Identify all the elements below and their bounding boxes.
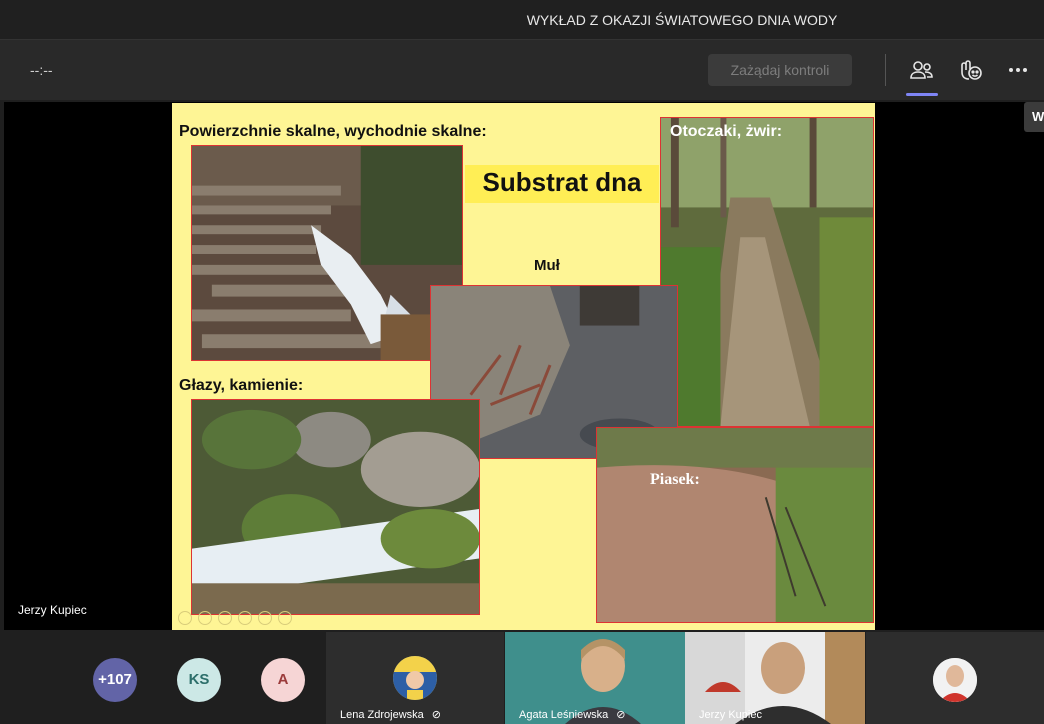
participant-name-label: Agata Leśniewska (519, 709, 609, 721)
avatar-a[interactable]: A (261, 658, 305, 702)
participant-name: Lena Zdrojewska ⊘ (340, 708, 441, 721)
participants-overflow-button[interactable]: +107 (93, 658, 137, 702)
label-silt: Muł (534, 257, 560, 274)
window-title: WYKŁAD Z OKAZJI ŚWIATOWEGO DNIA WODY (526, 12, 838, 28)
more-options-icon[interactable] (1005, 56, 1033, 84)
tooltip: W (1024, 102, 1044, 132)
slide-navigation-tools (178, 611, 292, 625)
avatar-ks[interactable]: KS (177, 658, 221, 702)
photo-gravel (660, 117, 874, 427)
photo-boulders (191, 399, 480, 615)
participant-name-label: Lena Zdrojewska (340, 709, 424, 721)
participant-tile-jerzy[interactable]: Jerzy Kupiec (685, 632, 865, 724)
title-bar: WYKŁAD Z OKAZJI ŚWIATOWEGO DNIA WODY (0, 0, 1044, 40)
mic-off-icon: ⊘ (431, 709, 441, 721)
avatar-lena (393, 656, 437, 700)
call-timer: --:-- (30, 62, 53, 78)
label-gravel: Otoczaki, żwir: (670, 123, 783, 140)
meeting-toolbar: --:-- Zażądaj kontroli (0, 40, 1044, 100)
avatar-photo (933, 658, 977, 702)
participant-tile-agata[interactable]: Agata Leśniewska ⊘ (505, 632, 685, 724)
label-boulders: Głazy, kamienie: (179, 377, 304, 394)
label-sand: Piasek: (650, 471, 700, 488)
slide-options-icon[interactable] (278, 611, 292, 625)
toolbar-divider (885, 54, 886, 86)
pen-icon[interactable] (218, 611, 232, 625)
presenter-name: Jerzy Kupiec (18, 603, 87, 617)
prev-slide-icon[interactable] (178, 611, 192, 625)
participant-tile-lena[interactable]: Lena Zdrojewska ⊘ (326, 632, 504, 724)
mic-off-icon: ⊘ (616, 709, 626, 721)
presentation-slide: Powierzchnie skalne, wychodnie skalne: S… (172, 103, 875, 630)
photo-sand (596, 427, 874, 623)
next-slide-icon[interactable] (198, 611, 212, 625)
reactions-icon[interactable] (956, 56, 984, 84)
slide-title: Substrat dna (482, 167, 642, 197)
slides-grid-icon[interactable] (238, 611, 252, 625)
participant-name: Agata Leśniewska ⊘ (519, 708, 626, 721)
zoom-icon[interactable] (258, 611, 272, 625)
photo-rock-surfaces (191, 145, 463, 361)
participant-tile-photo[interactable] (866, 632, 1044, 724)
request-control-button[interactable]: Zażądaj kontroli (708, 54, 852, 86)
label-rock-surfaces: Powierzchnie skalne, wychodnie skalne: (179, 123, 487, 140)
people-icon[interactable] (906, 56, 938, 96)
participant-name: Jerzy Kupiec (699, 709, 762, 721)
